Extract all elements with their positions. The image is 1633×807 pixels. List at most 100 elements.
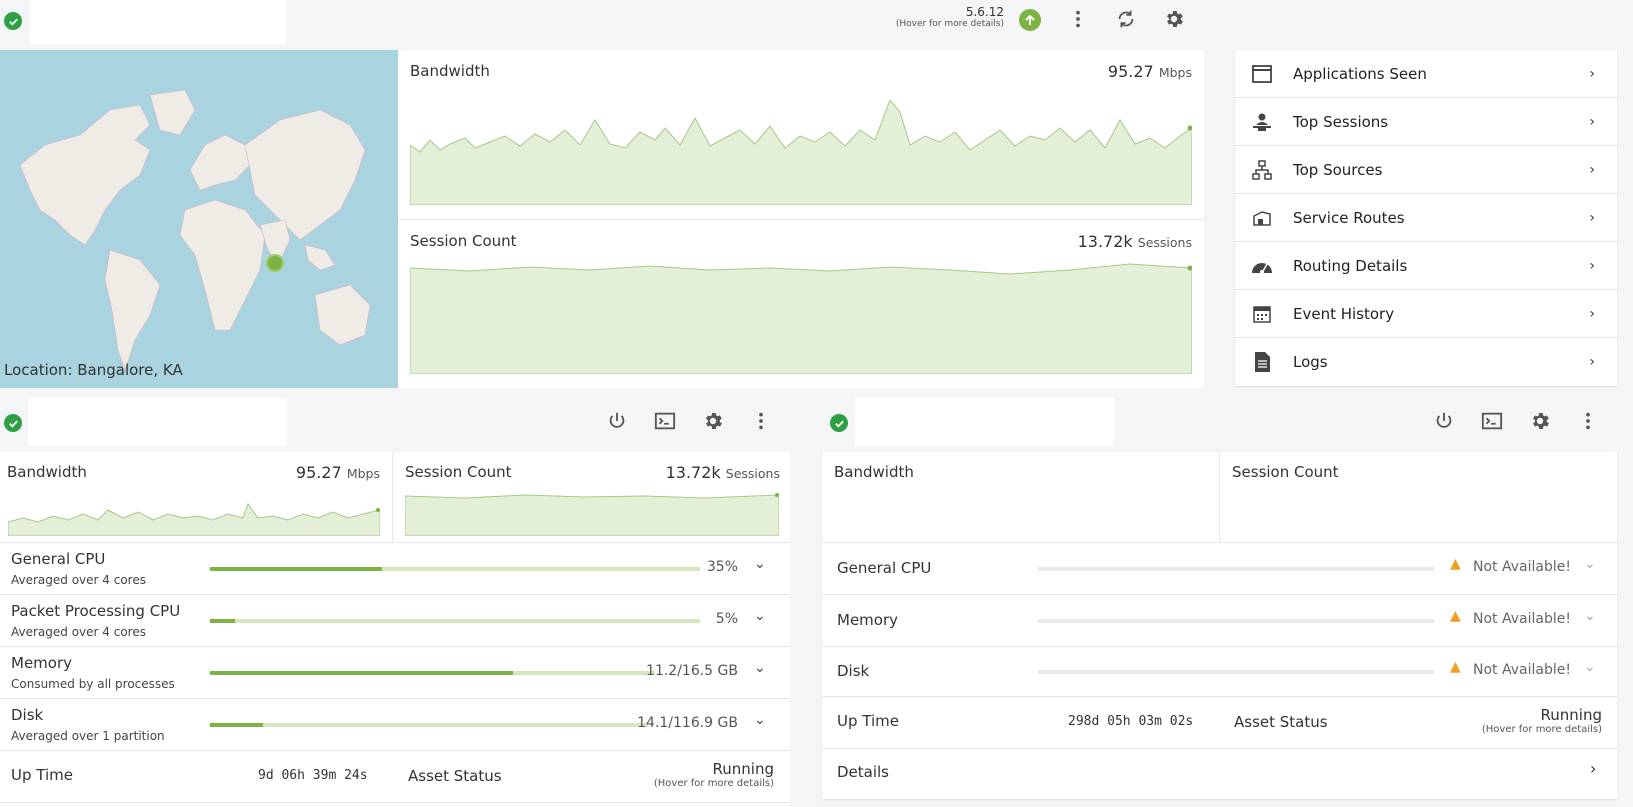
- warning-icon: ▲: [1450, 608, 1461, 624]
- gauge-icon: [1251, 255, 1273, 277]
- version-block[interactable]: 5.6.12 (Hover for more details): [880, 5, 1004, 29]
- settings-gear-icon[interactable]: [699, 407, 727, 435]
- metric-value: 5%: [715, 611, 738, 627]
- menu-service-routes[interactable]: Service Routes ›: [1235, 194, 1617, 242]
- menu-top-sources[interactable]: Top Sources ›: [1235, 146, 1617, 194]
- chevron-down-icon[interactable]: ⌄: [754, 712, 766, 728]
- divider: [398, 219, 1204, 220]
- refresh-icon[interactable]: [1112, 5, 1140, 33]
- divider: [392, 452, 393, 542]
- chevron-right-icon: ›: [1590, 759, 1597, 778]
- menu-routing-details[interactable]: Routing Details ›: [1235, 242, 1617, 290]
- chevron-right-icon: ›: [1589, 257, 1595, 274]
- chevron-down-icon[interactable]: ⌄: [754, 660, 766, 676]
- metric-row[interactable]: General CPU ▲ Not Available! ⌄: [822, 542, 1617, 594]
- chevron-right-icon: ›: [1589, 209, 1595, 226]
- menu-event-history[interactable]: Event History ›: [1235, 290, 1617, 338]
- metric-row[interactable]: Memory ▲ Not Available! ⌄: [822, 594, 1617, 646]
- sessions-area: [410, 263, 1192, 374]
- chevron-down-icon[interactable]: ⌄: [754, 556, 766, 572]
- chevron-right-icon: ›: [1589, 305, 1595, 322]
- metric-progress-fill: [210, 671, 513, 675]
- menu-applications-seen[interactable]: Applications Seen ›: [1235, 50, 1617, 98]
- asset-status[interactable]: Running (Hover for more details): [1432, 706, 1602, 735]
- uptime-label: Up Time: [11, 766, 73, 784]
- top-charts-panel: Bandwidth 95.27 Mbps Session Count 13.72…: [398, 50, 1204, 388]
- sessions-chart[interactable]: [410, 262, 1192, 374]
- node-left-sessions-last-point: [775, 493, 779, 497]
- node-right-name-box: [855, 398, 1114, 446]
- details-row[interactable]: Details ›: [822, 748, 1617, 798]
- node-left-bandwidth-label: Bandwidth: [7, 463, 87, 481]
- node-right-sessions-label: Session Count: [1232, 463, 1339, 481]
- location-marker-icon[interactable]: [266, 254, 284, 272]
- sessions-value: 13.72k: [1077, 232, 1133, 251]
- metric-value: 11.2/16.5 GB: [646, 663, 738, 679]
- metric-value: 14.1/116.9 GB: [637, 715, 738, 731]
- metric-progress-track: [210, 619, 700, 623]
- chevron-right-icon: ›: [1589, 161, 1595, 178]
- metric-title: General CPU: [837, 559, 932, 577]
- power-icon[interactable]: [603, 407, 631, 435]
- node-right-bandwidth-label: Bandwidth: [834, 463, 914, 481]
- metric-progress-track: [1038, 619, 1434, 623]
- metric-title: General CPU: [11, 550, 106, 568]
- settings-gear-icon[interactable]: [1160, 5, 1188, 33]
- node-left-sessions-unit: Sessions: [725, 466, 780, 481]
- upgrade-available-icon[interactable]: [1019, 9, 1041, 31]
- route-box-icon: [1251, 207, 1273, 229]
- bandwidth-chart[interactable]: [410, 100, 1192, 205]
- node-left-panel: Bandwidth 95.27 Mbps Session Count 13.72…: [0, 452, 790, 807]
- metric-title: Memory: [11, 654, 73, 672]
- terminal-icon[interactable]: [651, 407, 679, 435]
- metric-row[interactable]: Disk Averaged over 1 partition 14.1/116.…: [0, 698, 790, 750]
- network-icon: [1251, 159, 1273, 181]
- power-icon[interactable]: [1430, 407, 1458, 435]
- side-menu: Applications Seen › Top Sessions › Top S…: [1235, 50, 1617, 386]
- node-left-bandwidth-unit: Mbps: [346, 466, 380, 481]
- world-map[interactable]: Location: Bangalore, KA: [0, 50, 398, 388]
- asset-status-hint: (Hover for more details): [1481, 724, 1602, 735]
- metric-value: Not Available!: [1473, 611, 1571, 627]
- sessions-label: Session Count: [410, 232, 517, 250]
- settings-gear-icon[interactable]: [1526, 407, 1554, 435]
- asset-status[interactable]: Running (Hover for more details): [600, 760, 774, 789]
- document-icon: [1251, 351, 1273, 373]
- node-left-bandwidth-chart[interactable]: [8, 496, 380, 536]
- chevron-down-icon[interactable]: ⌄: [1584, 556, 1596, 572]
- world-map-land: [19, 89, 371, 371]
- uptime-value: 9d 06h 39m 24s: [258, 768, 368, 783]
- more-vert-icon[interactable]: [747, 407, 775, 435]
- node-left-sessions-readout: 13.72k Sessions: [640, 463, 780, 482]
- metric-row[interactable]: General CPU Averaged over 4 cores 35% ⌄: [0, 542, 790, 594]
- metric-subtitle: Consumed by all processes: [11, 677, 175, 691]
- metric-title: Packet Processing CPU: [11, 602, 181, 620]
- metric-value: Not Available!: [1473, 662, 1571, 678]
- metric-row[interactable]: Packet Processing CPU Averaged over 4 co…: [0, 594, 790, 646]
- menu-label: Routing Details: [1293, 256, 1408, 275]
- divider: [0, 802, 790, 803]
- node-left-sessions-chart[interactable]: [405, 492, 779, 536]
- metric-value: 35%: [706, 559, 738, 575]
- sessions-unit: Sessions: [1137, 235, 1192, 250]
- terminal-icon[interactable]: [1478, 407, 1506, 435]
- version-hint: (Hover for more details): [895, 19, 1004, 29]
- more-vert-icon[interactable]: [1064, 5, 1092, 33]
- metric-progress-fill: [210, 567, 382, 571]
- bandwidth-area: [410, 100, 1192, 205]
- node-left-bandwidth-readout: 95.27 Mbps: [280, 463, 380, 482]
- chevron-down-icon[interactable]: ⌄: [754, 608, 766, 624]
- menu-label: Logs: [1293, 353, 1328, 371]
- menu-logs[interactable]: Logs ›: [1235, 338, 1617, 386]
- metric-row[interactable]: Memory Consumed by all processes 11.2/16…: [0, 646, 790, 698]
- router-name-box: [30, 0, 286, 44]
- menu-top-sessions[interactable]: Top Sessions ›: [1235, 98, 1617, 146]
- metric-subtitle: Averaged over 4 cores: [11, 573, 146, 587]
- node-right-status-ok-icon: [830, 414, 848, 432]
- more-vert-icon[interactable]: [1574, 407, 1602, 435]
- bandwidth-value: 95.27: [1107, 62, 1154, 81]
- chevron-down-icon[interactable]: ⌄: [1584, 608, 1596, 624]
- chevron-down-icon[interactable]: ⌄: [1584, 659, 1596, 675]
- node-left-sessions-area: [405, 494, 779, 536]
- metric-row[interactable]: Disk ▲ Not Available! ⌄: [822, 646, 1617, 696]
